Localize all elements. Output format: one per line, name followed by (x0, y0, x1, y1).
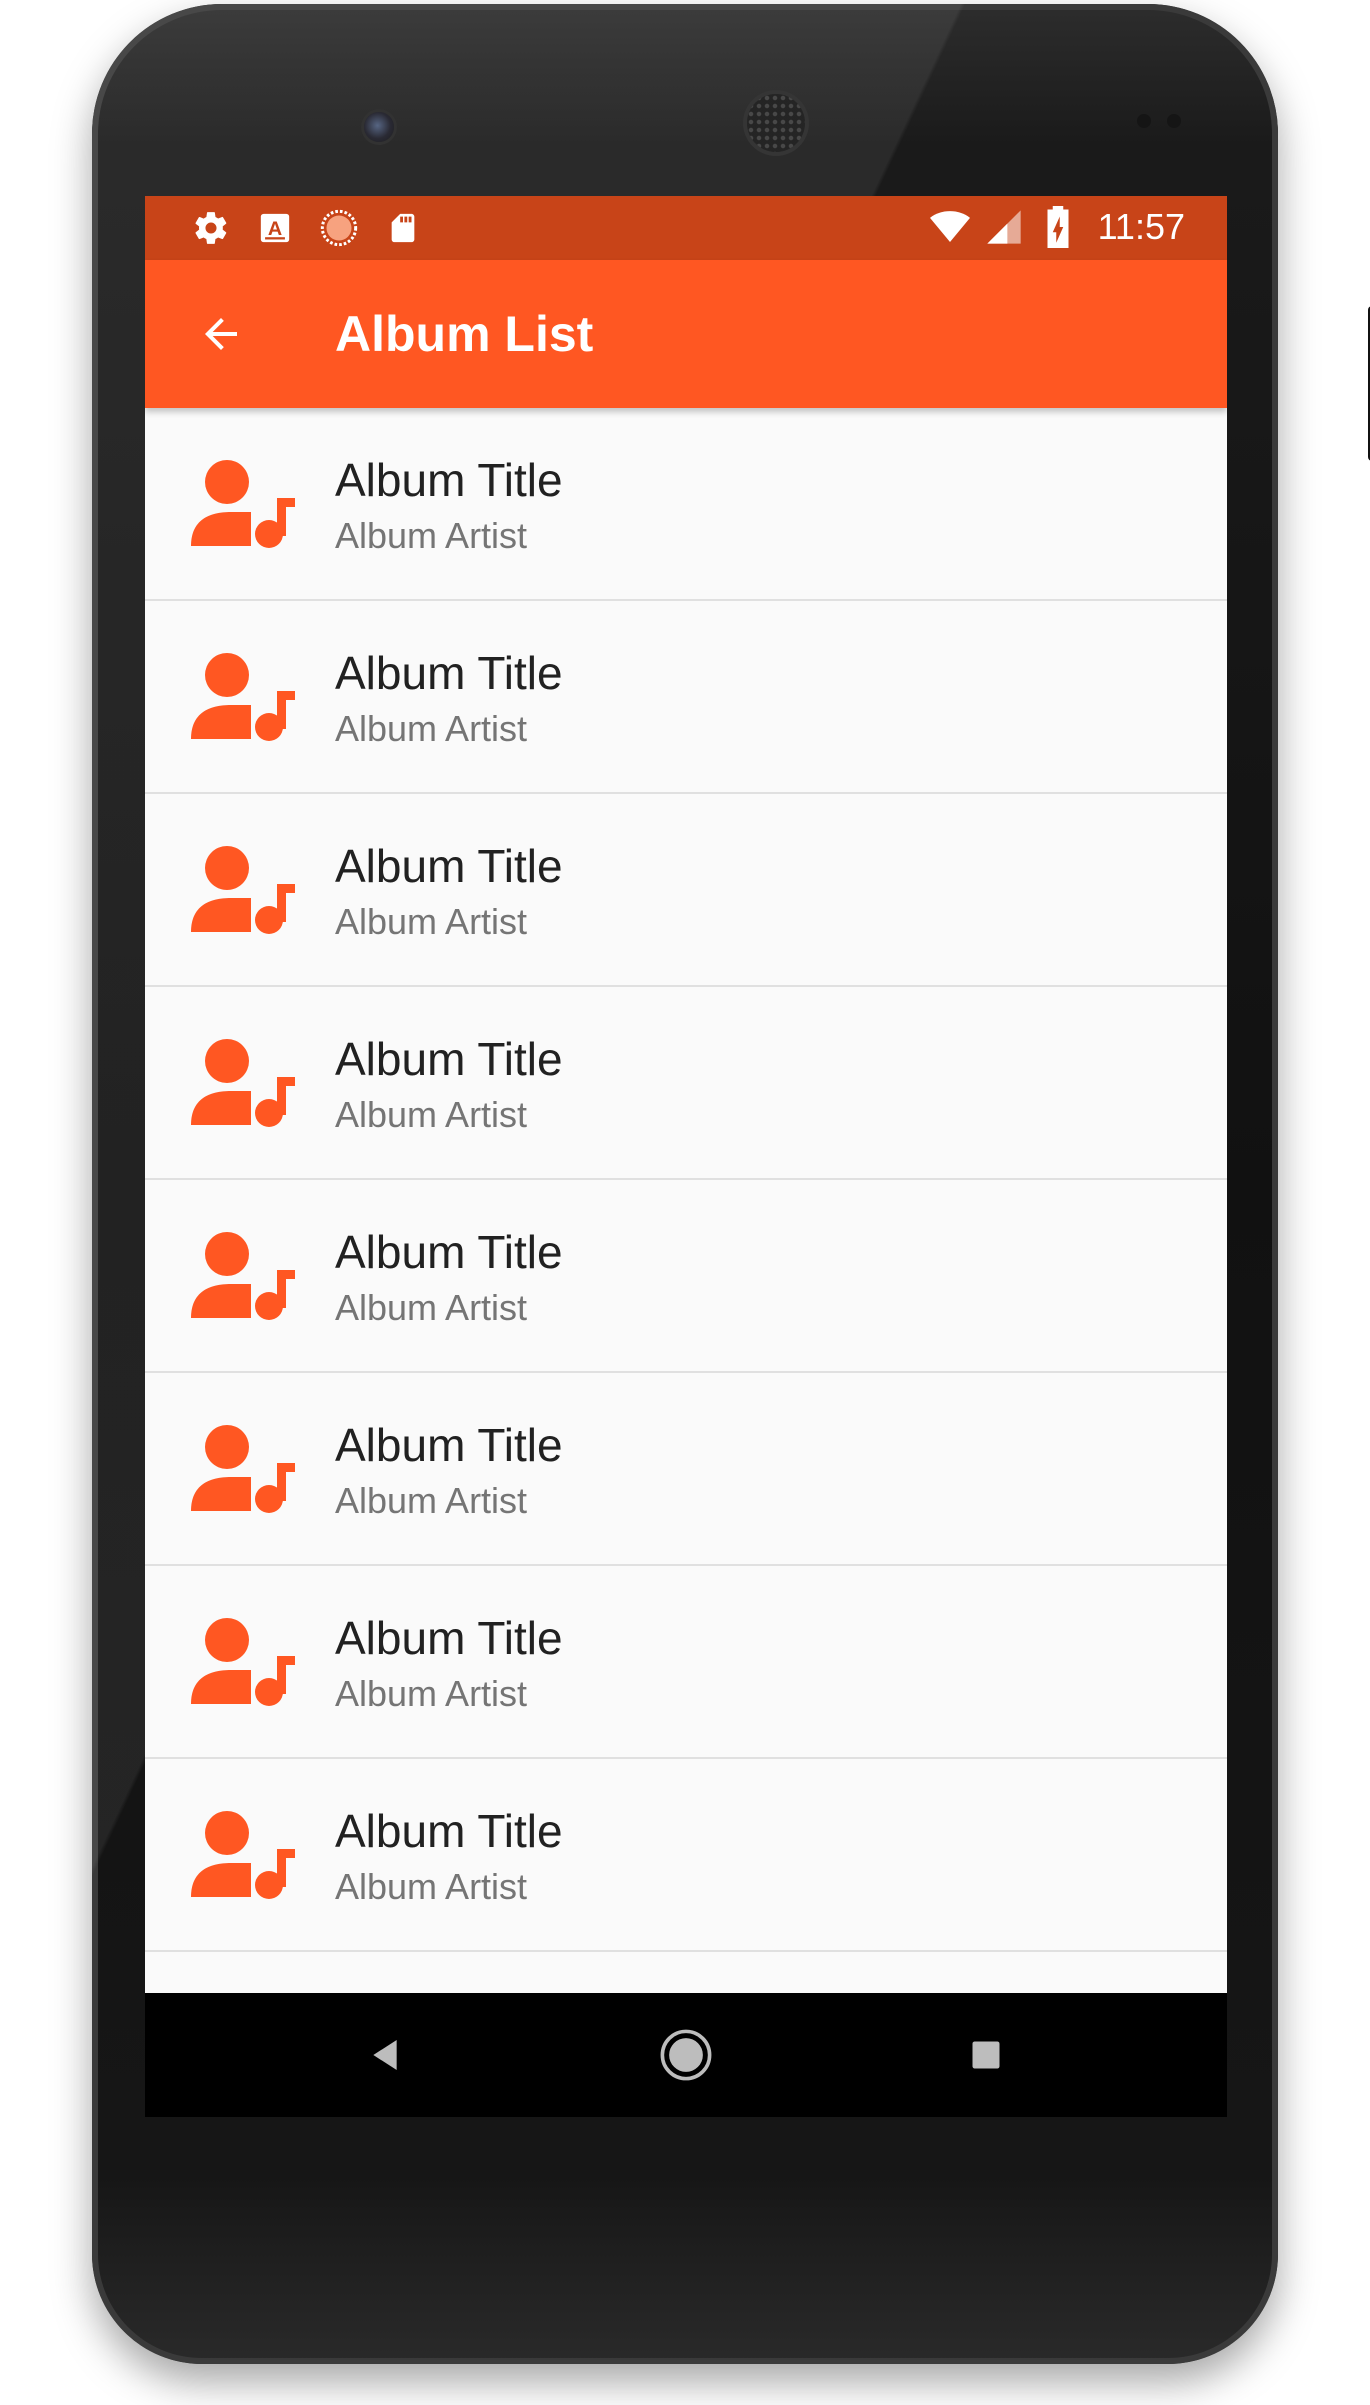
nav-home-button[interactable] (656, 2025, 716, 2085)
list-item[interactable]: Album Title Album Artist (145, 794, 1227, 987)
album-title: Album Title (335, 1805, 563, 1857)
proximity-sensor (1137, 114, 1151, 128)
artist-music-icon (191, 1230, 295, 1320)
album-artist: Album Artist (335, 1480, 528, 1521)
app-bar: Album List (145, 260, 1227, 408)
list-item[interactable]: Album Title Album Artist (145, 1566, 1227, 1759)
album-artist: Album Artist (335, 515, 528, 556)
artist-music-icon (191, 1423, 295, 1513)
album-artist: Album Artist (335, 1866, 528, 1907)
text-a-icon: A (255, 208, 295, 248)
status-time: 11:57 (1097, 206, 1185, 247)
list-item[interactable]: Album Title Album Artist (145, 1180, 1227, 1373)
list-item[interactable]: Album Title Album Artist (145, 1373, 1227, 1566)
album-artist: Album Artist (335, 901, 528, 942)
svg-text:A: A (268, 218, 282, 240)
album-artist: Album Artist (335, 1287, 528, 1328)
signal-icon (984, 207, 1024, 247)
home-circle-icon (660, 2029, 712, 2081)
back-triangle-icon (373, 2040, 397, 2070)
list-item[interactable]: Album Title Album Artist (145, 601, 1227, 794)
settings-icon (191, 208, 231, 248)
artist-music-icon (191, 458, 295, 548)
artist-music-icon (191, 1809, 295, 1899)
list-item[interactable]: Album Title Album Artist (145, 1759, 1227, 1952)
page-title: Album List (335, 306, 594, 362)
recents-square-icon (972, 2041, 1000, 2069)
album-list: Album Title Album Artist Album Title Album … (145, 408, 1227, 2117)
album-title: Album Title (335, 1419, 563, 1471)
album-artist: Album Artist (335, 1673, 528, 1714)
album-artist: Album Artist (335, 1094, 528, 1135)
back-button[interactable] (191, 304, 251, 364)
front-camera (364, 112, 394, 142)
album-title: Album Title (335, 647, 563, 699)
navigation-bar (145, 1993, 1227, 2117)
earpiece-speaker (747, 94, 805, 152)
album-title: Album Title (335, 1226, 563, 1278)
artist-music-icon (191, 1037, 295, 1127)
album-title: Album Title (335, 840, 563, 892)
artist-music-icon (191, 651, 295, 741)
arrow-back-icon (205, 318, 237, 350)
nav-recents-button[interactable] (956, 2025, 1016, 2085)
list-item[interactable]: Album Title Album Artist (145, 987, 1227, 1180)
sd-card-icon (383, 208, 423, 248)
list-item[interactable]: Album Title Album Artist (145, 408, 1227, 601)
album-title: Album Title (335, 1033, 563, 1085)
nav-back-button[interactable] (355, 2025, 415, 2085)
screen: A 11:57 Album List Album Title Album Art… (145, 196, 1227, 2117)
wifi-icon (929, 207, 970, 247)
status-bar: A 11:57 (145, 196, 1227, 260)
album-title: Album Title (335, 1612, 563, 1664)
sync-icon (319, 208, 359, 248)
album-artist: Album Artist (335, 708, 528, 749)
battery-charging-icon (1038, 206, 1078, 248)
artist-music-icon (191, 1616, 295, 1706)
light-sensor (1167, 114, 1181, 128)
artist-music-icon (191, 844, 295, 934)
album-title: Album Title (335, 454, 563, 506)
